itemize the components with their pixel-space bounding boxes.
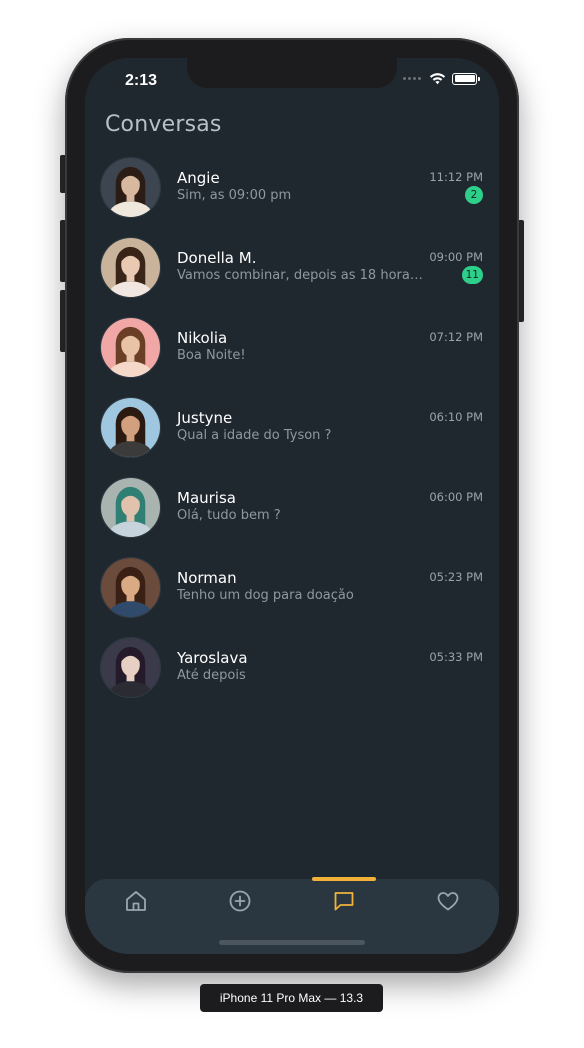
conversation-item[interactable]: Maurisa Olá, tudo bem ? 06:00 PM	[85, 476, 499, 556]
conversation-time: 05:33 PM	[429, 650, 483, 664]
conversation-list: Angie Sim, as 09:00 pm 11:12 PM 2 Donella M.…	[85, 156, 499, 716]
conversation-last-message: Vamos combinar, depois as 18 horas...	[177, 268, 427, 283]
conversation-name: Justyne	[177, 409, 233, 427]
conversation-item[interactable]: Angie Sim, as 09:00 pm 11:12 PM 2	[85, 156, 499, 236]
conversation-name: Angie	[177, 169, 220, 187]
conversation-item[interactable]: Yaroslava Até depois 05:33 PM	[85, 636, 499, 716]
notch	[187, 58, 397, 88]
battery-icon	[452, 72, 480, 85]
plus-circle-icon	[229, 890, 251, 912]
avatar	[100, 317, 161, 378]
simulator: 2:13 Conversas Angie Sim, as 09:00 pm 11:1…	[0, 0, 584, 1048]
conversation-last-message: Qual a idade do Tyson ?	[177, 428, 332, 443]
conversation-time: 06:10 PM	[429, 410, 483, 424]
conversation-item[interactable]: Donella M. Vamos combinar, depois as 18 h…	[85, 236, 499, 316]
conversation-item[interactable]: Norman Tenho um dog para doaçåo 05:23 PM	[85, 556, 499, 636]
avatar	[100, 157, 161, 218]
conversation-name: Nikolia	[177, 329, 228, 347]
tab-favorites[interactable]	[424, 887, 472, 915]
avatar	[100, 237, 161, 298]
home-icon	[126, 891, 146, 911]
heart-icon	[437, 892, 459, 911]
home-indicator[interactable]	[219, 940, 365, 945]
conversation-time: 06:00 PM	[429, 490, 483, 504]
page-title: Conversas	[105, 112, 222, 137]
unread-badge: 2	[465, 186, 483, 204]
conversation-time: 11:12 PM	[429, 170, 483, 184]
avatar	[100, 637, 161, 698]
conversation-last-message: Sim, as 09:00 pm	[177, 188, 292, 203]
conversation-name: Donella M.	[177, 249, 257, 267]
conversation-last-message: Até depois	[177, 668, 246, 683]
conversation-item[interactable]: Nikolia Boa Noite! 07:12 PM	[85, 316, 499, 396]
conversation-time: 07:12 PM	[429, 330, 483, 344]
conversation-last-message: Boa Noite!	[177, 348, 246, 363]
avatar	[100, 397, 161, 458]
signal-icon	[403, 77, 421, 80]
avatar	[100, 557, 161, 618]
conversation-last-message: Tenho um dog para doaçåo	[177, 588, 354, 603]
app-screen: 2:13 Conversas Angie Sim, as 09:00 pm 11:1…	[85, 58, 499, 954]
conversation-name: Norman	[177, 569, 237, 587]
message-icon	[334, 892, 354, 911]
device-label: iPhone 11 Pro Max — 13.3	[200, 984, 383, 1012]
unread-badge: 11	[461, 266, 483, 284]
wifi-icon	[429, 73, 446, 85]
tab-home[interactable]	[112, 887, 160, 915]
conversation-name: Yaroslava	[177, 649, 248, 667]
tab-messages[interactable]	[320, 887, 368, 915]
active-tab-indicator	[312, 877, 376, 881]
tab-create[interactable]	[216, 887, 264, 915]
conversation-item[interactable]: Justyne Qual a idade do Tyson ? 06:10 PM	[85, 396, 499, 476]
conversation-time: 05:23 PM	[429, 570, 483, 584]
conversation-last-message: Olá, tudo bem ?	[177, 508, 281, 523]
status-time: 2:13	[125, 72, 158, 89]
avatar	[100, 477, 161, 538]
conversation-time: 09:00 PM	[429, 250, 483, 264]
conversation-name: Maurisa	[177, 489, 236, 507]
status-icons	[403, 72, 480, 85]
